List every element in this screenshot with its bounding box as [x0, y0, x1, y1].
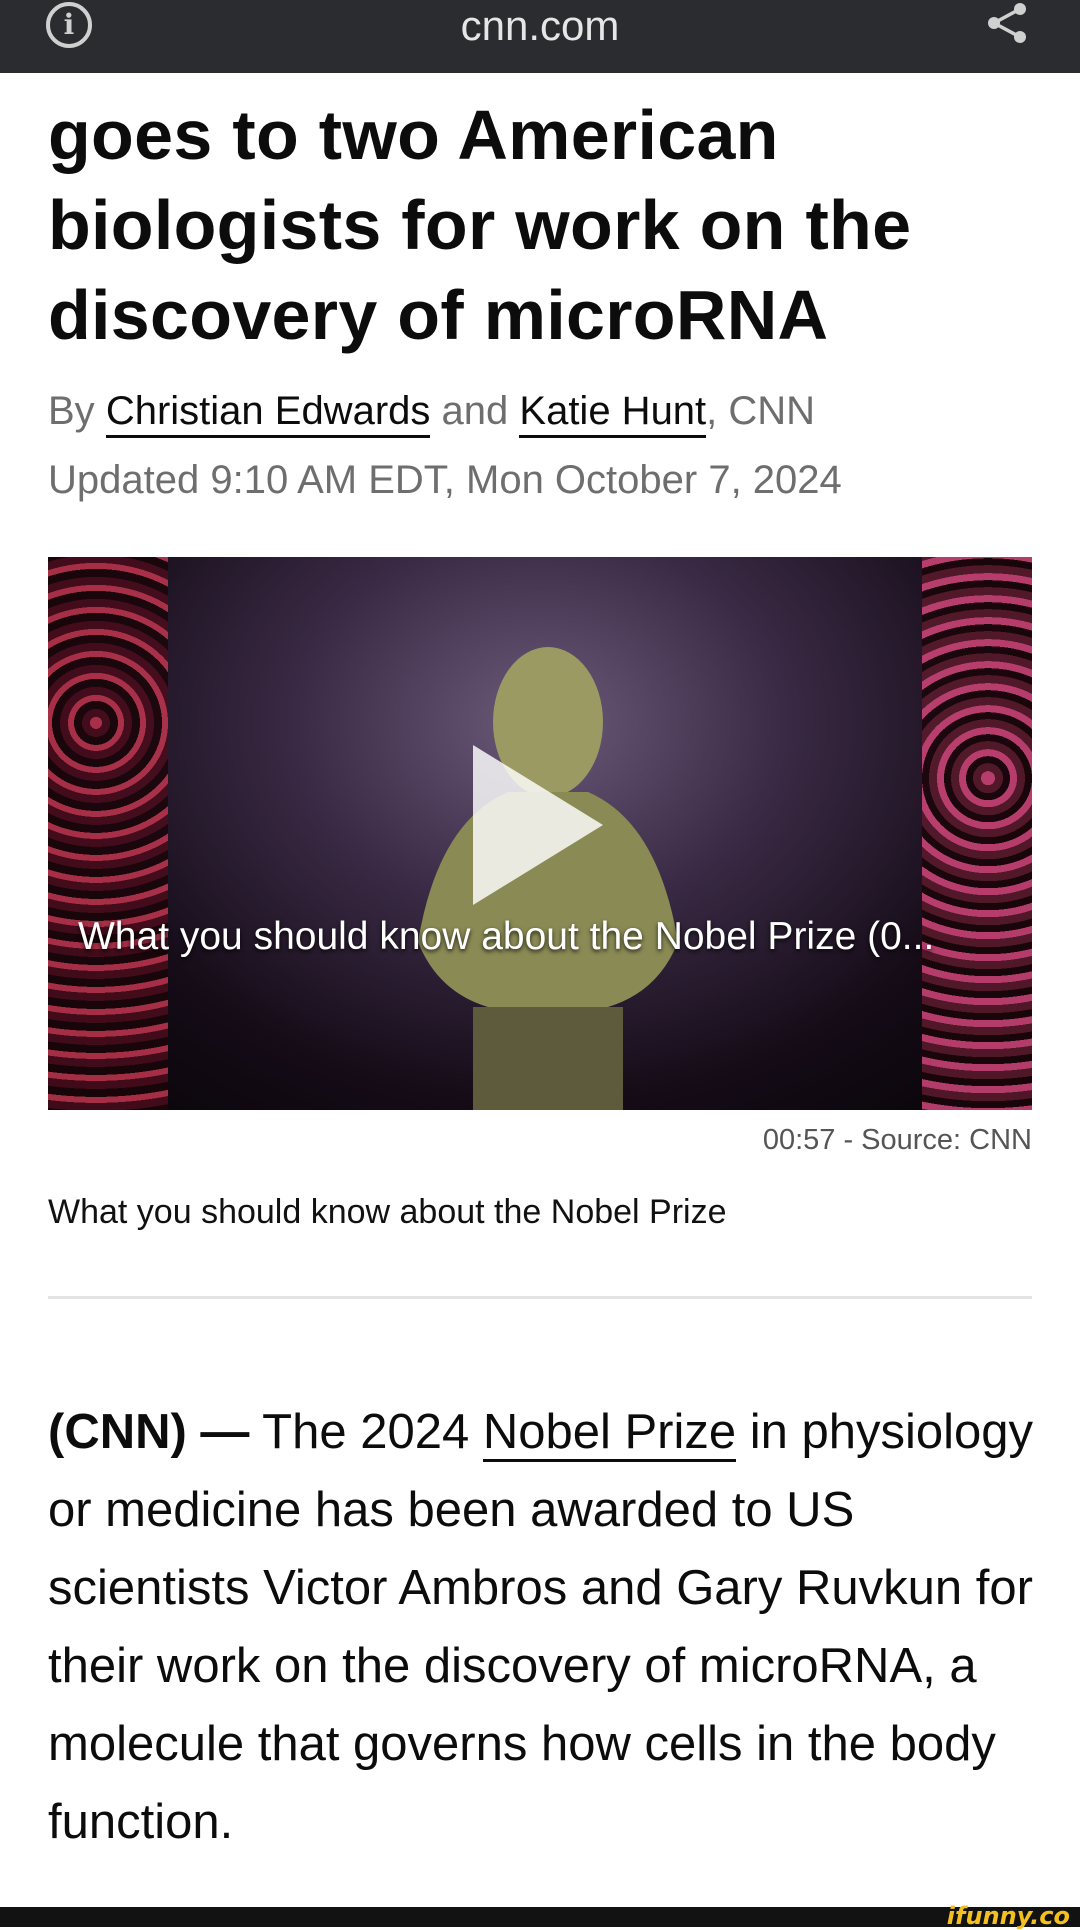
nobel-prize-link[interactable]: Nobel Prize — [482, 1405, 737, 1462]
video-thumbnail-flowers-right — [922, 557, 1032, 1110]
address-url[interactable]: cnn.com — [0, 2, 1080, 50]
article-headline: goes to two American biologists for work… — [48, 96, 912, 354]
article-body-paragraph: (CNN) — The 2024 Nobel Prize in physiolo… — [48, 1393, 1038, 1861]
byline-and: and — [441, 389, 509, 433]
bottom-bar — [0, 1907, 1080, 1927]
dateline: (CNN) — — [48, 1405, 250, 1459]
byline: By Christian Edwards and Katie Hunt, CNN — [48, 383, 815, 439]
share-icon[interactable] — [984, 0, 1030, 46]
updated-timestamp: Updated 9:10 AM EDT, Mon October 7, 2024 — [48, 458, 842, 502]
divider — [48, 1296, 1032, 1299]
video-overlay-title: What you should know about the Nobel Pri… — [78, 915, 935, 958]
browser-top-bar: i cnn.com — [0, 0, 1080, 73]
byline-prefix: By — [48, 389, 95, 433]
video-caption: What you should know about the Nobel Pri… — [48, 1193, 727, 1231]
watermark-logo: ifunny.co — [946, 1902, 1070, 1930]
body-text-after-link: in physiology or medicine has been award… — [48, 1405, 1034, 1849]
video-duration-source: 00:57 - Source: CNN — [762, 1124, 1032, 1156]
play-icon[interactable] — [473, 745, 603, 905]
author-link-katie-hunt[interactable]: Katie Hunt — [519, 389, 707, 438]
video-player[interactable]: What you should know about the Nobel Pri… — [48, 557, 1032, 1110]
video-thumbnail-flowers-left — [48, 557, 168, 1110]
author-link-christian-edwards[interactable]: Christian Edwards — [105, 389, 431, 438]
body-text-before-link: The 2024 — [249, 1405, 483, 1459]
byline-suffix: , CNN — [706, 389, 816, 433]
